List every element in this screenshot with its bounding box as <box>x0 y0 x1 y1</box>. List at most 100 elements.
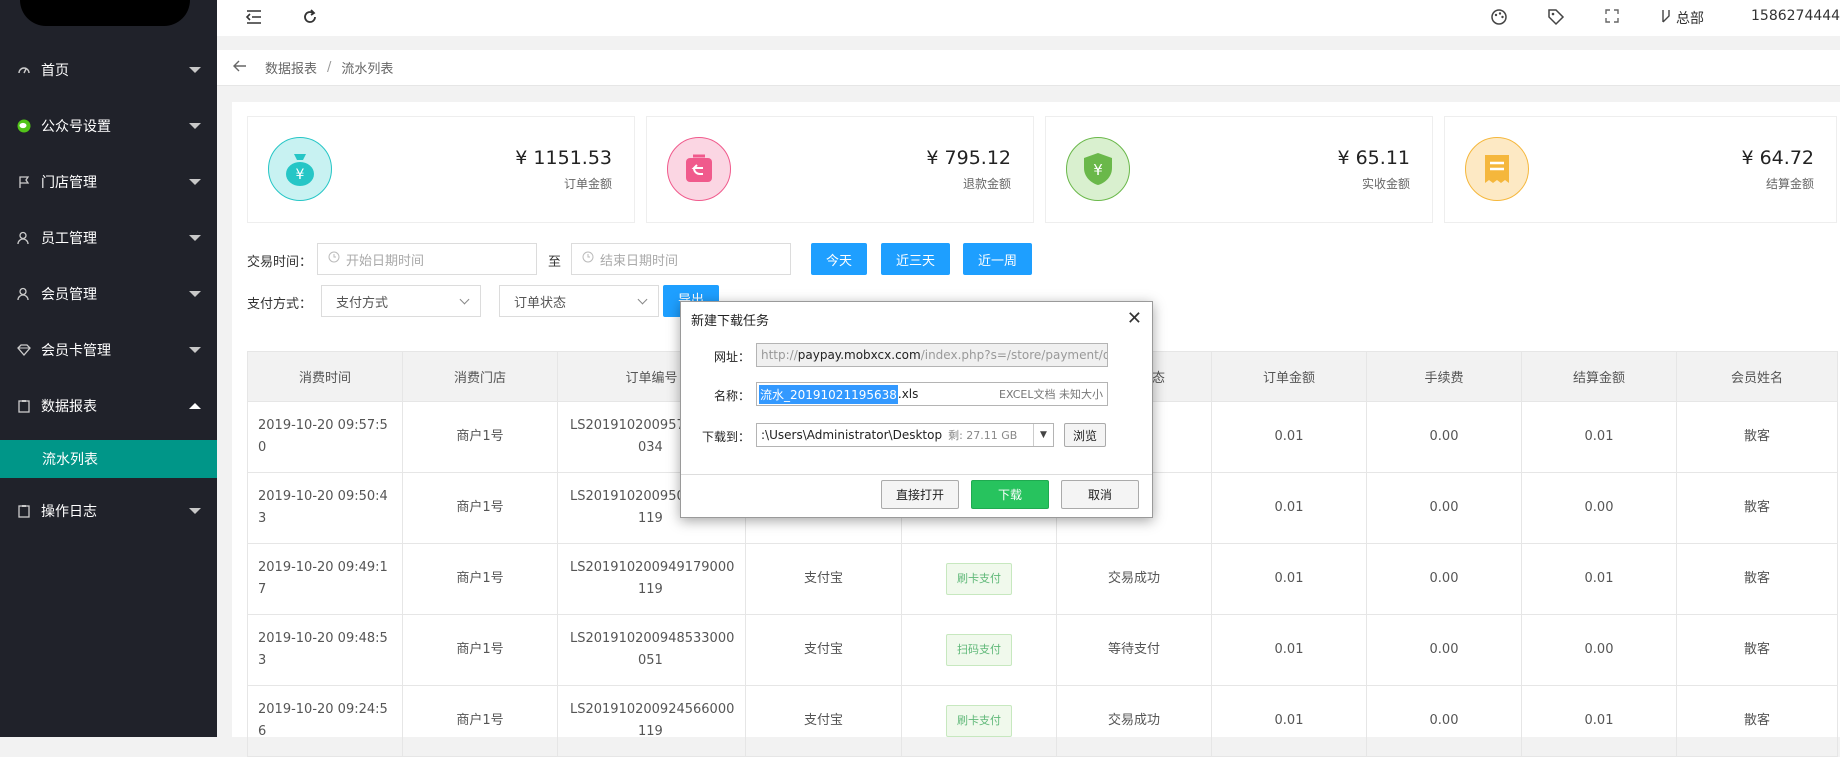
stat-card-settled-amount: ¥ 64.72 结算金额 <box>1444 116 1837 223</box>
table-row[interactable]: 2019-10-20 09:24:5 6 商户1号 LS2019102009245… <box>247 685 1838 757</box>
dialog-divider <box>681 474 1152 475</box>
cell-member: 散客 <box>1676 543 1838 615</box>
end-date-placeholder: 结束日期时间 <box>600 253 679 269</box>
order-status-select[interactable]: 订单状态 <box>499 285 659 317</box>
last-week-button[interactable]: 近一周 <box>963 243 1032 275</box>
sidebar-item-home[interactable]: 首页 <box>0 48 217 92</box>
cell-fee: 0.00 <box>1366 472 1522 544</box>
clock-icon <box>328 251 340 267</box>
cell-time: 2019-10-20 09:48:5 3 <box>247 614 403 686</box>
url-label: 网址： <box>714 350 751 364</box>
url-field[interactable]: http:// paypay.mobxcx.com /index.php?s=/… <box>756 343 1108 367</box>
cell-member: 散客 <box>1676 614 1838 686</box>
column-header: 手续费 <box>1366 351 1522 402</box>
sidebar-item-reports[interactable]: 数据报表 <box>0 384 217 428</box>
date-filter-label: 交易时间： <box>247 255 313 270</box>
start-date-input[interactable]: 开始日期时间 <box>317 243 537 275</box>
shield-yuan-icon: ¥ <box>1066 137 1130 201</box>
money-bag-icon: ¥ <box>268 137 332 201</box>
stat-label: 结算金额 <box>1765 177 1814 191</box>
cell-text: 3 <box>258 511 267 526</box>
tag-icon[interactable] <box>1547 8 1565 30</box>
chevron-down-icon <box>459 294 470 305</box>
fullscreen-icon[interactable] <box>1604 8 1620 28</box>
cell-order-no: LS201910200948533000 051 <box>557 614 746 686</box>
sidebar: 首页 公众号设置 门店管理 员工管理 会员管理 会员卡管理 数据报表 流水列表 … <box>0 0 217 737</box>
user-phone[interactable]: 15862744444 <box>1751 8 1840 24</box>
sidebar-item-staff[interactable]: 员工管理 <box>0 216 217 260</box>
sidebar-item-stores[interactable]: 门店管理 <box>0 160 217 204</box>
refresh-icon[interactable] <box>301 8 319 30</box>
save-to-label: 下载到： <box>702 430 751 444</box>
cell-text: 3 <box>258 653 267 668</box>
menu-fold-icon[interactable] <box>245 8 263 30</box>
cell-status: 交易成功 <box>1056 543 1212 615</box>
cancel-button[interactable]: 取消 <box>1061 480 1139 509</box>
sidebar-item-label: 门店管理 <box>41 175 97 191</box>
sidebar-item-member-cards[interactable]: 会员卡管理 <box>0 328 217 372</box>
stat-label: 退款金额 <box>962 177 1011 191</box>
pay-method-select[interactable]: 支付方式 <box>321 285 481 317</box>
chevron-down-icon <box>637 294 648 305</box>
filename-ext: .xls <box>897 387 919 401</box>
breadcrumb-current: 流水列表 <box>341 62 394 77</box>
cell-settle: 0.00 <box>1521 472 1677 544</box>
cell-text: LS201910200924566000 <box>570 702 735 717</box>
browse-button[interactable]: 浏览 <box>1064 423 1106 447</box>
stat-amount: ¥ 795.12 <box>926 147 1011 169</box>
download-button[interactable]: 下载 <box>971 480 1049 509</box>
open-directly-button[interactable]: 直接打开 <box>881 480 959 509</box>
table-row[interactable]: 2019-10-20 09:49:1 7 商户1号 LS2019102009491… <box>247 543 1838 615</box>
filename-input[interactable]: 流水_20191021195638 .xls EXCEL文档 未知大小 <box>756 382 1108 406</box>
cell-pay: 支付宝 <box>745 543 902 615</box>
sidebar-item-logs[interactable]: 操作日志 <box>0 489 217 533</box>
cell-member: 散客 <box>1676 472 1838 544</box>
svg-text:¥: ¥ <box>1093 161 1103 179</box>
url-host: paypay.mobxcx.com <box>797 348 921 362</box>
cell-text: 2019-10-20 09:48:5 <box>258 631 388 646</box>
stat-label: 订单金额 <box>563 177 612 191</box>
caret-down-icon <box>189 123 201 129</box>
cell-store: 商户1号 <box>402 543 558 615</box>
cell-text: 119 <box>638 582 663 597</box>
stat-label: 实收金额 <box>1361 177 1410 191</box>
caret-down-icon <box>189 347 201 353</box>
theme-icon[interactable] <box>1490 8 1508 30</box>
sidebar-item-label: 首页 <box>41 63 69 79</box>
clipboard-icon <box>17 399 31 413</box>
cell-settle: 0.01 <box>1521 543 1677 615</box>
cell-text: LS2019102009500 <box>570 489 694 504</box>
name-label: 名称： <box>714 389 751 403</box>
stat-amount: ¥ 1151.53 <box>515 147 612 169</box>
caret-down-icon <box>189 67 201 73</box>
clock-icon <box>582 251 594 267</box>
last-three-days-button[interactable]: 近三天 <box>881 243 950 275</box>
cell-store: 商户1号 <box>402 401 558 473</box>
close-icon[interactable]: ✕ <box>1127 308 1142 329</box>
end-date-input[interactable]: 结束日期时间 <box>571 243 791 275</box>
dropdown-arrow-icon[interactable]: ▼ <box>1033 424 1053 446</box>
back-arrow-icon[interactable] <box>233 60 247 76</box>
caret-down-icon <box>189 508 201 514</box>
save-path-input[interactable]: :\Users\Administrator\Desktop 剩: 27.11 G… <box>756 423 1054 447</box>
cell-time: 2019-10-20 09:50:4 3 <box>247 472 403 544</box>
breadcrumb-parent[interactable]: 数据报表 <box>265 58 317 77</box>
today-button[interactable]: 今天 <box>811 243 867 275</box>
cell-pay: 支付宝 <box>745 685 902 757</box>
caret-down-icon <box>189 179 201 185</box>
download-dialog: 新建下载任务 ✕ 网址： http:// paypay.mobxcx.com /… <box>680 301 1153 518</box>
sidebar-item-wechat[interactable]: 公众号设置 <box>0 104 217 148</box>
stat-amount: ¥ 65.11 <box>1337 147 1410 169</box>
table-row[interactable]: 2019-10-20 09:48:5 3 商户1号 LS2019102009485… <box>247 614 1838 686</box>
stat-card-order-amount: ¥ ¥ 1151.53 订单金额 <box>247 116 635 223</box>
store-switcher[interactable]: 总部 <box>1660 8 1704 28</box>
cell-fee: 0.00 <box>1366 614 1522 686</box>
cell-text: 2019-10-20 09:57:5 <box>258 418 388 433</box>
cell-status: 交易成功 <box>1056 685 1212 757</box>
sidebar-item-members[interactable]: 会员管理 <box>0 272 217 316</box>
order-status-value: 订单状态 <box>514 295 567 311</box>
cell-pay: 支付宝 <box>745 614 902 686</box>
sidebar-subitem-flow-list[interactable]: 流水列表 <box>0 440 217 478</box>
column-header: 结算金额 <box>1521 351 1677 402</box>
cell-settle: 0.01 <box>1521 401 1677 473</box>
